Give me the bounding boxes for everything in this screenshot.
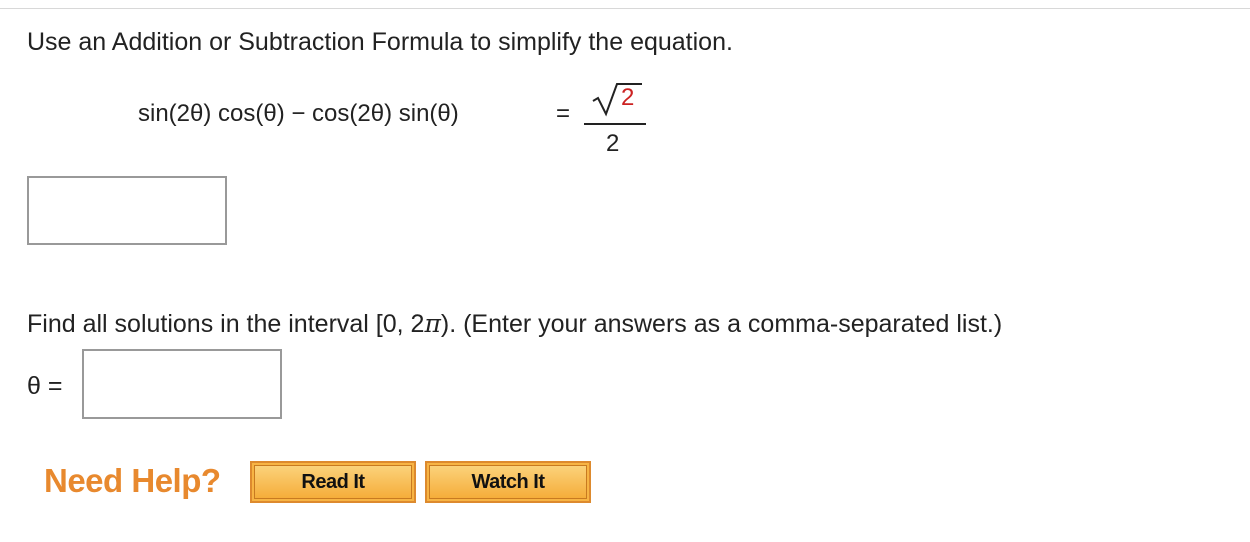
theta-solutions-input[interactable] (82, 349, 282, 419)
theta-label: θ = (27, 372, 63, 400)
sqrt-radicand: 2 (621, 84, 635, 111)
watch-it-label: Watch It (429, 465, 587, 499)
fraction-denominator: 2 (606, 130, 620, 157)
solutions-question: Find all solutions in the interval [0, 2… (27, 308, 1002, 340)
read-it-label: Read It (254, 465, 412, 499)
simplified-equation-input[interactable] (27, 176, 227, 245)
solutions-question-end: ). (Enter your answers as a comma-separa… (440, 310, 1003, 338)
pi-symbol: π (424, 309, 441, 338)
equation-lhs: sin(2θ) cos(θ) − cos(2θ) sin(θ) (138, 100, 459, 127)
sqrt-sign-icon (592, 83, 642, 117)
read-it-button[interactable]: Read It (250, 461, 416, 503)
need-help-label: Need Help? (44, 462, 221, 499)
fraction-numerator: 2 (590, 80, 646, 118)
watch-it-button[interactable]: Watch It (425, 461, 591, 503)
problem-prompt: Use an Addition or Subtraction Formula t… (27, 28, 733, 56)
top-divider (0, 8, 1250, 9)
equation: sin(2θ) cos(θ) − cos(2θ) sin(θ) = 2 2 (138, 80, 658, 160)
fraction-bar (584, 123, 646, 125)
solutions-question-start: Find all solutions in the interval [0, 2 (27, 310, 425, 338)
equals-sign: = (556, 100, 571, 127)
